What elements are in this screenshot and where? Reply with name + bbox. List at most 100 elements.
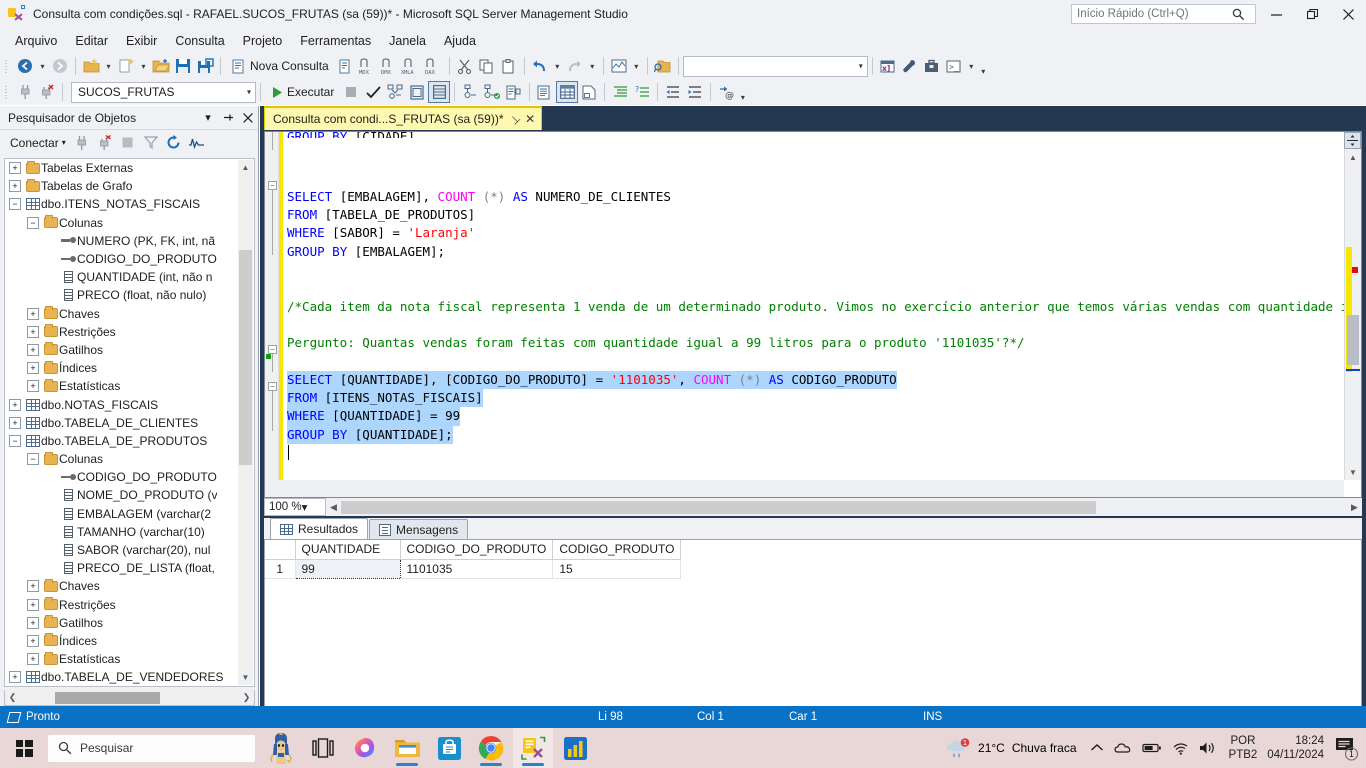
- column-header-quantidade[interactable]: QUANTIDADE: [295, 540, 401, 560]
- save-icon[interactable]: [172, 55, 194, 77]
- scroll-down-icon[interactable]: ▼: [238, 670, 253, 685]
- horizontal-scroll-thumb[interactable]: [341, 500, 1096, 514]
- scroll-up-icon[interactable]: ▲: [238, 160, 253, 175]
- copilot-icon[interactable]: [345, 728, 385, 768]
- wrench-tools-icon[interactable]: [899, 55, 921, 77]
- paste-icon[interactable]: [498, 55, 520, 77]
- editor-split-button[interactable]: [1344, 132, 1361, 149]
- cell-quantidade[interactable]: 99: [294, 558, 401, 579]
- weather-widget[interactable]: 1 21°C Chuva fraca: [941, 738, 1085, 758]
- editor-scroll-thumb[interactable]: [1347, 315, 1359, 365]
- sql-toolbar-grip[interactable]: [3, 83, 12, 101]
- tree-node[interactable]: CODIGO_DO_PRODUTO: [5, 250, 245, 268]
- filter-icon[interactable]: [140, 132, 162, 153]
- close-icon[interactable]: [238, 108, 258, 128]
- ssms-icon[interactable]: [513, 728, 553, 768]
- code-line[interactable]: [283, 279, 1361, 297]
- tree-node[interactable]: NOME_DO_PRODUTO (v: [5, 486, 245, 504]
- tree-node[interactable]: + dbo.NOTAS_FISCAIS: [5, 395, 245, 413]
- tree-node[interactable]: + Chaves: [5, 305, 245, 323]
- activity-monitor-icon[interactable]: [608, 55, 630, 77]
- tree-node[interactable]: + dbo.TABELA_DE_CLIENTES: [5, 414, 245, 432]
- toolbar-search-combo[interactable]: ▾: [682, 55, 868, 77]
- query-options-icon[interactable]: [406, 81, 428, 103]
- expand-icon[interactable]: +: [27, 325, 39, 338]
- close-button[interactable]: [1330, 0, 1366, 28]
- new-mdx-query-icon[interactable]: MDX: [357, 55, 379, 77]
- code-line[interactable]: GROUP BY [EMBALAGEM];: [283, 243, 1361, 261]
- wifi-icon[interactable]: [1167, 728, 1194, 768]
- pin-icon[interactable]: [218, 108, 238, 128]
- find-in-files-icon[interactable]: [652, 55, 674, 77]
- new-project-dropdown-icon[interactable]: ▾: [102, 55, 115, 77]
- sql-text-editor[interactable]: − − − GROUP BY [CIDADE] SELECT [EMBALAGE…: [264, 131, 1362, 498]
- tree-node[interactable]: EMBALAGEM (varchar(2: [5, 505, 245, 523]
- expand-icon[interactable]: +: [27, 307, 39, 320]
- quick-launch-input[interactable]: [1072, 7, 1232, 21]
- command-window-dropdown-icon[interactable]: ▾: [965, 55, 978, 77]
- collapse-icon[interactable]: −: [9, 198, 21, 211]
- stop-icon[interactable]: [340, 81, 362, 103]
- expand-icon[interactable]: +: [27, 598, 39, 611]
- pharaoh-wallpaper-thumb-icon[interactable]: [261, 728, 301, 768]
- tree-node[interactable]: + Gatilhos: [5, 614, 245, 632]
- open-file-icon[interactable]: [150, 55, 172, 77]
- tree-node[interactable]: + Restrições: [5, 596, 245, 614]
- include-live-query-statistics-icon[interactable]: [481, 81, 503, 103]
- horizontal-scroll-thumb[interactable]: [55, 691, 160, 704]
- save-all-icon[interactable]: [194, 55, 216, 77]
- cut-icon[interactable]: [454, 55, 476, 77]
- tree-node[interactable]: SABOR (varchar(20), nul: [5, 541, 245, 559]
- menu-exibir[interactable]: Exibir: [117, 31, 166, 51]
- editor-zoom-combo[interactable]: 100 % ▾: [264, 498, 326, 516]
- editor-vertical-scrollbar[interactable]: ▲ ▼: [1344, 132, 1361, 480]
- new-xmla-query-icon[interactable]: XMLA: [401, 55, 423, 77]
- connect-object-explorer-icon[interactable]: [14, 81, 36, 103]
- collapse-icon[interactable]: −: [27, 216, 39, 229]
- display-estimated-plan-icon[interactable]: [384, 81, 406, 103]
- code-line[interactable]: SELECT [EMBALAGEM], COUNT (*) AS NUMERO_…: [283, 188, 1361, 206]
- tree-node[interactable]: + Tabelas Externas: [5, 159, 245, 177]
- tree-node[interactable]: NUMERO (PK, FK, int, nã: [5, 232, 245, 250]
- tree-node[interactable]: TAMANHO (varchar(10): [5, 523, 245, 541]
- chevron-down-icon[interactable]: ▾: [198, 108, 218, 128]
- increase-indent-icon[interactable]: [684, 81, 706, 103]
- new-item-icon[interactable]: [115, 55, 137, 77]
- expand-icon[interactable]: +: [9, 398, 21, 411]
- outline-collapse-box[interactable]: −: [268, 345, 277, 354]
- toolbox-icon[interactable]: [921, 55, 943, 77]
- connect-dropdown-button[interactable]: Conectar ▾: [6, 134, 70, 152]
- results-to-grid-toggle-icon[interactable]: [428, 81, 451, 103]
- tree-node[interactable]: CODIGO_DO_PRODUTO: [5, 468, 245, 486]
- new-dax-query-icon[interactable]: DAX: [423, 55, 445, 77]
- tree-node[interactable]: PRECO (float, não nulo): [5, 286, 245, 304]
- column-header-codigo-do-produto[interactable]: CODIGO_DO_PRODUTO: [400, 540, 554, 560]
- code-line[interactable]: GROUP BY [CIDADE]: [283, 132, 1361, 151]
- quick-launch-box[interactable]: [1071, 4, 1256, 24]
- new-query-button[interactable]: Nova Consulta: [225, 55, 335, 77]
- code-line[interactable]: [283, 261, 1361, 279]
- disconnect-object-explorer-icon[interactable]: [36, 81, 58, 103]
- code-line[interactable]: [283, 151, 1361, 169]
- scroll-up-icon[interactable]: ▲: [1345, 150, 1361, 165]
- include-actual-execution-plan-icon[interactable]: [459, 81, 481, 103]
- new-item-dropdown-icon[interactable]: ▾: [137, 55, 150, 77]
- menu-editar[interactable]: Editar: [66, 31, 117, 51]
- uncomment-selection-icon[interactable]: ?: [631, 81, 653, 103]
- editor-outline-gutter[interactable]: − − −: [265, 132, 279, 497]
- close-icon[interactable]: ✕: [525, 112, 535, 126]
- undo-dropdown-icon[interactable]: ▾: [551, 55, 564, 77]
- editor-horizontal-scrollbar[interactable]: [265, 480, 1344, 497]
- results-to-text-icon[interactable]: [534, 81, 556, 103]
- connect-icon[interactable]: [71, 132, 93, 153]
- sql-toolbar-overflow-icon[interactable]: ▾: [737, 82, 748, 102]
- include-client-statistics-icon[interactable]: [503, 81, 525, 103]
- document-tab-query[interactable]: Consulta com condi...S_FRUTAS (sa (59))*…: [264, 106, 543, 130]
- results-to-file-icon[interactable]: [578, 81, 600, 103]
- code-line[interactable]: WHERE [QUANTIDADE] = 99: [283, 407, 1361, 426]
- tree-node[interactable]: + Estatísticas: [5, 650, 245, 668]
- navigate-forward-icon[interactable]: [49, 55, 71, 77]
- tree-node[interactable]: − Colunas: [5, 214, 245, 232]
- undo-icon[interactable]: [529, 55, 551, 77]
- code-line[interactable]: [283, 353, 1361, 371]
